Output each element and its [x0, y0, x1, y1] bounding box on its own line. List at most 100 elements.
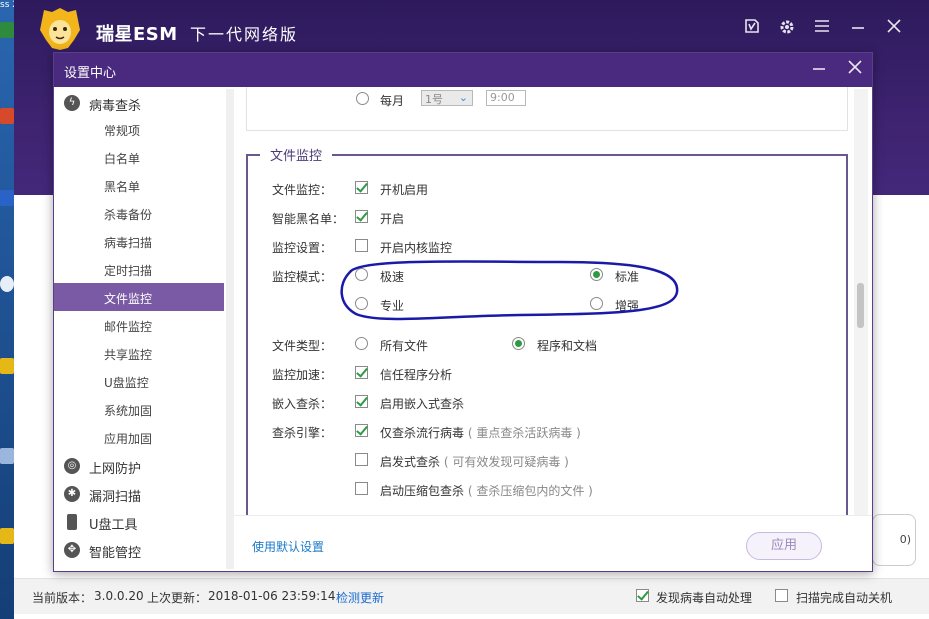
network-shortcut-icon[interactable]: [0, 448, 14, 464]
app-title: 瑞星ESM: [96, 24, 178, 45]
settings-sidebar: ϟ 病毒查杀 常规项 白名单 黑名单 杀毒备份 病毒扫描 定时扫描 文件监控 邮…: [54, 87, 224, 571]
app-shortcut-icon[interactable]: [0, 276, 14, 292]
auto-handle-checkbox[interactable]: [636, 589, 649, 602]
content-scrollbar-thumb[interactable]: [857, 283, 864, 328]
mode-fast-radio[interactable]: [355, 268, 368, 281]
sidebar-item-blacklist[interactable]: 黑名单: [54, 171, 224, 199]
sidebar-head-vuln-scan[interactable]: ✱ 漏洞扫描: [54, 481, 224, 507]
control-icon: ✥: [64, 542, 80, 558]
monthly-radio[interactable]: [356, 92, 369, 105]
sidebar-head-label: 上网防护: [89, 462, 142, 477]
minimize-icon[interactable]: [847, 18, 869, 40]
sidebar-item-usb-monitor[interactable]: U盘监控: [54, 367, 224, 395]
sidebar-item-app-hardening[interactable]: 应用加固: [54, 423, 224, 451]
auto-shutdown-checkbox[interactable]: [775, 589, 788, 602]
sidebar-head-web-protection[interactable]: ◎ 上网防护: [54, 453, 224, 479]
mode-fast-label: 极速: [380, 270, 405, 284]
dialog-close-icon[interactable]: [844, 59, 866, 81]
file-monitor-checkbox[interactable]: [355, 181, 368, 194]
sidebar-item-label: 定时扫描: [104, 264, 153, 278]
sidebar-head-smart-control[interactable]: ✥ 智能管控: [54, 537, 224, 563]
update-label: 上次更新：: [147, 591, 208, 605]
powerpoint-shortcut-icon[interactable]: [0, 108, 14, 124]
sidebar-item-label: 系统加固: [104, 404, 153, 418]
mode-enhanced-radio[interactable]: [590, 297, 603, 310]
accel-option: 信任程序分析: [380, 368, 453, 382]
dialog-footer: 使用默认设置 应用: [234, 515, 872, 571]
file-monitor-option: 开机启用: [380, 183, 429, 197]
dialog-title: 设置中心: [64, 66, 117, 81]
sidebar-head-virus-label: 病毒查杀: [89, 99, 142, 114]
check-update-link[interactable]: 检测更新: [336, 589, 384, 606]
blacklist-option: 开启: [380, 212, 405, 226]
engine-archive-text: 启动压缩包查杀: [380, 484, 465, 498]
sidebar-item-label: 常规项: [104, 124, 141, 138]
folder-shortcut-icon[interactable]: [0, 358, 14, 374]
dialog-minimize-icon[interactable]: [808, 59, 830, 81]
engine-archive-checkbox[interactable]: [355, 482, 368, 495]
usb-icon: [67, 514, 77, 530]
file-type-docs-label: 程序和文档: [537, 339, 598, 353]
monthly-label: 每月: [380, 94, 405, 108]
previous-section-box: [246, 87, 848, 131]
file-monitor-legend: 文件监控: [260, 145, 333, 164]
word-shortcut-icon[interactable]: [0, 190, 14, 206]
mode-enhanced-label: 增强: [615, 299, 640, 313]
engine-heuristic-option: 启发式查杀 ( 可有效发现可疑病毒 ): [380, 453, 569, 470]
reset-defaults-link[interactable]: 使用默认设置: [252, 538, 324, 555]
folder2-shortcut-icon[interactable]: [0, 528, 14, 544]
mode-label: 监控模式：: [272, 270, 333, 284]
kernel-monitor-option: 开启内核监控: [380, 241, 453, 255]
sidebar-item-general[interactable]: 常规项: [54, 115, 224, 143]
sidebar-item-share-monitor[interactable]: 共享监控: [54, 339, 224, 367]
sidebar-item-backup[interactable]: 杀毒备份: [54, 199, 224, 227]
mode-standard-radio[interactable]: [590, 268, 603, 281]
accel-checkbox[interactable]: [355, 366, 368, 379]
blacklist-checkbox[interactable]: [355, 210, 368, 223]
sidebar-item-mail-monitor[interactable]: 邮件监控: [54, 311, 224, 339]
monitor-setting-label: 监控设置：: [272, 241, 333, 255]
sidebar-item-file-monitor[interactable]: 文件监控: [54, 283, 224, 311]
right-panel-button[interactable]: 0): [872, 514, 916, 566]
menu-icon[interactable]: [811, 18, 833, 40]
kernel-monitor-checkbox[interactable]: [355, 239, 368, 252]
sidebar-head-label: 智能管控: [89, 546, 142, 561]
engine-archive-hint: ( 查杀压缩包内的文件 ): [467, 484, 593, 498]
sidebar-head-usb-tool[interactable]: U盘工具: [54, 509, 224, 535]
apply-button[interactable]: 应用: [746, 532, 822, 560]
gear-icon[interactable]: [776, 18, 798, 40]
day-select[interactable]: 1号 ⌄: [421, 90, 473, 106]
sidebar-item-scheduled-scan[interactable]: 定时扫描: [54, 255, 224, 283]
mode-pro-radio[interactable]: [355, 297, 368, 310]
settings-content: 每月 1号 ⌄ 9:00 文件监控 文件监控： 开机启用 智能黑名单： 开启 监控…: [234, 87, 852, 515]
accel-label: 监控加速：: [272, 368, 333, 382]
close-icon[interactable]: [883, 18, 905, 40]
sidebar-head-virus[interactable]: ϟ 病毒查杀: [54, 90, 224, 116]
time-input[interactable]: 9:00: [486, 90, 526, 106]
embed-checkbox[interactable]: [355, 395, 368, 408]
sidebar-item-label: U盘监控: [104, 376, 149, 390]
chevron-down-icon: ⌄: [458, 91, 468, 104]
engine-heuristic-checkbox[interactable]: [355, 453, 368, 466]
excel-shortcut-icon[interactable]: [0, 22, 14, 38]
blacklist-label: 智能黑名单：: [272, 212, 345, 226]
sidebar-scrollbar[interactable]: [226, 89, 234, 569]
sidebar-item-virus-scan[interactable]: 病毒扫描: [54, 227, 224, 255]
file-type-all-radio[interactable]: [355, 337, 368, 350]
day-select-value: 1号: [425, 93, 443, 106]
engine-heuristic-hint: ( 可有效发现可疑病毒 ): [443, 455, 569, 469]
version-value: 3.0.0.20: [94, 589, 144, 603]
sidebar-item-whitelist[interactable]: 白名单: [54, 143, 224, 171]
engine-heuristic-text: 启发式查杀: [380, 455, 441, 469]
file-type-all-label: 所有文件: [380, 339, 429, 353]
skin-icon[interactable]: [741, 18, 763, 40]
engine-popular-option: 仅查杀流行病毒 ( 重点查杀活跃病毒 ): [380, 424, 581, 441]
engine-popular-checkbox[interactable]: [355, 424, 368, 437]
dialog-titlebar: 设置中心: [54, 53, 872, 87]
sidebar-item-system-hardening[interactable]: 系统加固: [54, 395, 224, 423]
embed-label: 嵌入查杀：: [272, 397, 333, 411]
file-type-docs-radio[interactable]: [512, 337, 525, 350]
sidebar-item-label: 文件监控: [104, 292, 153, 306]
virus-kill-icon: ϟ: [64, 95, 80, 111]
update-time: 2018-01-06 23:59:14: [208, 589, 336, 603]
